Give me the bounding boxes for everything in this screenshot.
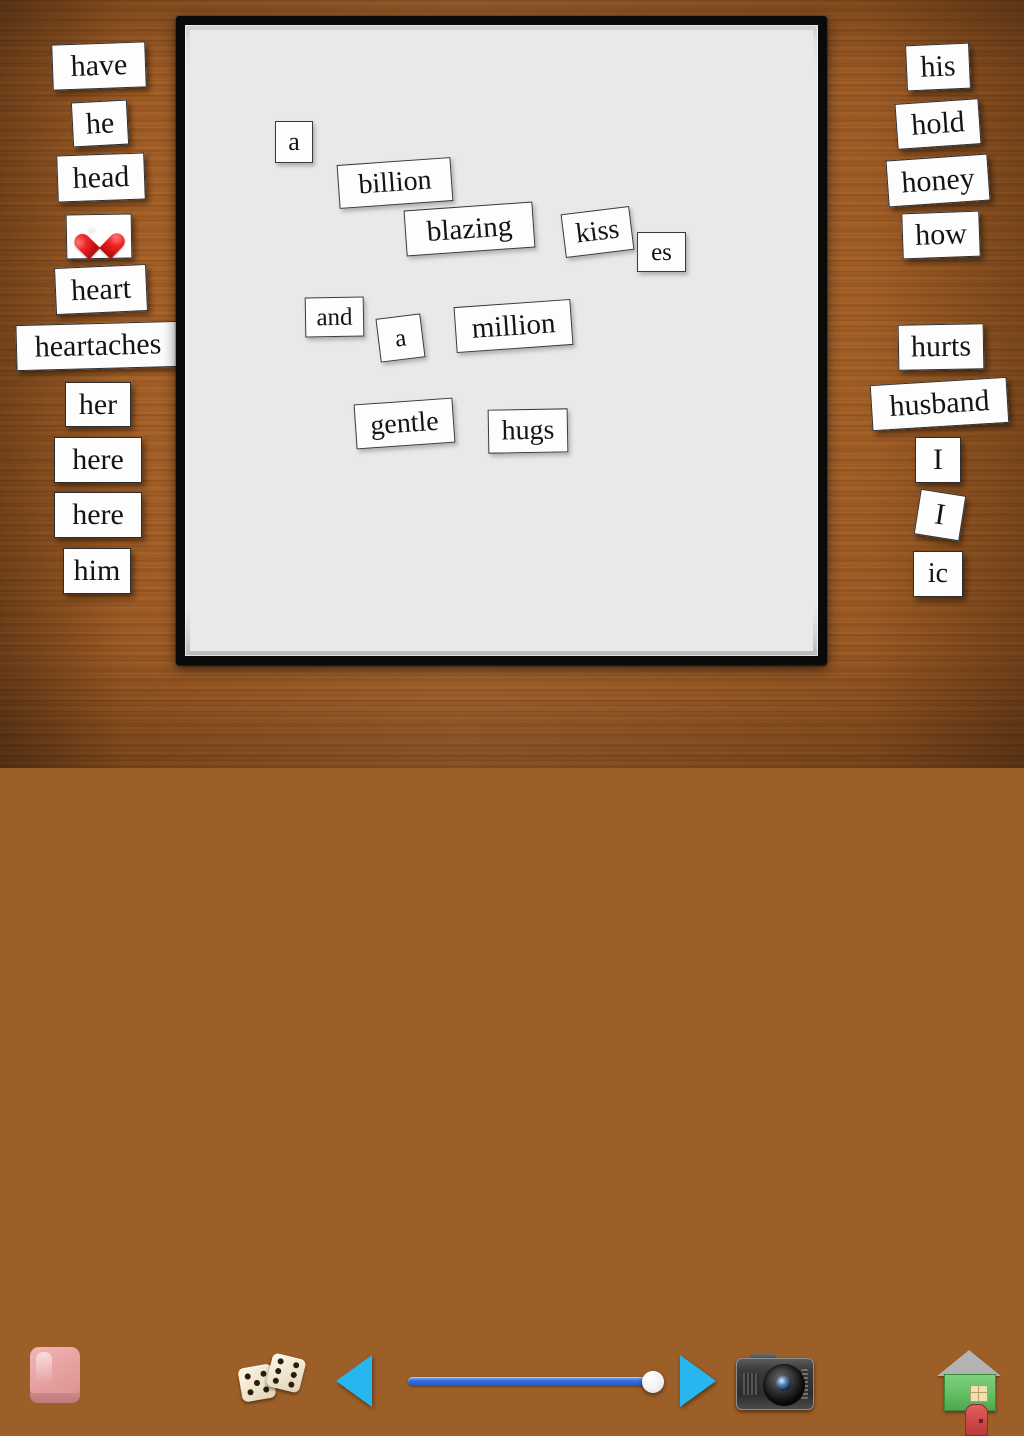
house-window bbox=[970, 1385, 988, 1402]
die-pip bbox=[244, 1373, 252, 1381]
die-pip bbox=[274, 1367, 283, 1375]
slider-knob[interactable] bbox=[642, 1371, 664, 1393]
word-tile[interactable]: his bbox=[905, 42, 971, 92]
word-tile[interactable]: hold bbox=[894, 98, 982, 150]
word-tile[interactable]: and bbox=[304, 296, 365, 338]
word-tile[interactable]: billion bbox=[336, 157, 454, 209]
die-pip bbox=[289, 1371, 298, 1379]
word-tile-label: a bbox=[288, 127, 300, 156]
word-tile-label: million bbox=[470, 306, 557, 345]
word-tile[interactable]: million bbox=[453, 298, 574, 354]
word-tile-label: here bbox=[72, 498, 124, 531]
word-tile[interactable]: kiss bbox=[560, 205, 635, 259]
die-pip bbox=[277, 1358, 285, 1366]
word-tile-label: have bbox=[70, 48, 128, 83]
die-pip bbox=[287, 1380, 295, 1388]
next-arrow-icon[interactable] bbox=[680, 1355, 716, 1407]
word-tile-label: hold bbox=[910, 105, 966, 142]
eraser-icon[interactable] bbox=[30, 1347, 80, 1407]
word-tile[interactable]: he bbox=[70, 99, 130, 148]
heart-highlight bbox=[86, 224, 98, 235]
word-tile[interactable]: head bbox=[56, 152, 146, 203]
word-tile-label: and bbox=[316, 303, 353, 331]
word-tile-label: hugs bbox=[501, 414, 555, 447]
word-tile[interactable]: a bbox=[275, 121, 313, 163]
heart-icon bbox=[84, 223, 114, 251]
house-doorknob bbox=[979, 1419, 983, 1423]
word-tile-label: billion bbox=[357, 164, 433, 201]
home-icon[interactable] bbox=[937, 1350, 1001, 1436]
word-tile[interactable]: gentle bbox=[353, 397, 456, 450]
word-tile-label: he bbox=[84, 105, 115, 141]
word-tile[interactable]: husband bbox=[869, 376, 1010, 432]
camera-grill bbox=[743, 1373, 759, 1395]
word-tile-label: honey bbox=[900, 160, 976, 200]
camera-icon[interactable] bbox=[736, 1353, 814, 1410]
word-tile[interactable]: here bbox=[54, 492, 142, 538]
word-tile[interactable]: heartaches bbox=[15, 320, 181, 372]
word-tile[interactable]: have bbox=[51, 41, 147, 91]
house-roof bbox=[937, 1350, 1001, 1376]
word-tile[interactable]: him bbox=[63, 548, 131, 594]
word-tile[interactable]: her bbox=[65, 382, 131, 427]
word-tile-label: heart bbox=[70, 271, 132, 307]
word-tile-label: I bbox=[933, 443, 943, 476]
word-tile[interactable] bbox=[65, 213, 133, 260]
word-tile-label: I bbox=[932, 497, 948, 532]
word-tile-label: him bbox=[73, 554, 121, 587]
word-tile-label: how bbox=[914, 217, 968, 252]
word-tile-label: kiss bbox=[573, 213, 621, 250]
word-tile[interactable]: here bbox=[54, 437, 142, 483]
die-pip bbox=[262, 1385, 270, 1393]
house-door bbox=[965, 1404, 988, 1436]
word-tile-label: here bbox=[72, 443, 124, 476]
die-pip bbox=[253, 1379, 261, 1387]
word-tile-label: blazing bbox=[425, 209, 514, 248]
die-pip bbox=[259, 1370, 267, 1378]
word-tile-label: head bbox=[72, 159, 130, 195]
word-tile[interactable]: I bbox=[913, 488, 967, 542]
word-tile[interactable]: hurts bbox=[897, 323, 985, 371]
eraser-highlight bbox=[36, 1352, 52, 1384]
word-tile[interactable]: blazing bbox=[403, 201, 536, 257]
size-slider[interactable] bbox=[408, 1369, 664, 1395]
word-tile[interactable]: how bbox=[901, 210, 981, 260]
slider-track bbox=[408, 1377, 658, 1386]
word-tile[interactable]: I bbox=[915, 437, 961, 483]
camera-lens bbox=[763, 1364, 805, 1406]
word-tile-label: a bbox=[393, 323, 408, 353]
die-pip bbox=[272, 1376, 280, 1384]
eraser-top bbox=[30, 1347, 80, 1393]
word-tile-label: husband bbox=[888, 383, 991, 424]
word-tile[interactable]: hugs bbox=[487, 408, 569, 454]
die-pip bbox=[292, 1362, 300, 1370]
word-tile-label: es bbox=[651, 238, 672, 266]
word-tile[interactable]: a bbox=[375, 313, 426, 363]
house-body bbox=[944, 1374, 996, 1436]
word-tile-label: his bbox=[919, 49, 957, 84]
word-tile-label: gentle bbox=[369, 405, 440, 441]
word-tile[interactable]: ic bbox=[913, 551, 963, 597]
dice-icon[interactable] bbox=[237, 1352, 308, 1408]
word-tile[interactable]: es bbox=[637, 232, 686, 272]
previous-arrow-icon[interactable] bbox=[336, 1355, 372, 1407]
word-tile-label: heartaches bbox=[34, 327, 162, 364]
camera-body bbox=[736, 1358, 814, 1410]
die-pip bbox=[247, 1388, 255, 1396]
word-tile[interactable]: honey bbox=[885, 153, 991, 208]
word-tile-label: her bbox=[78, 387, 118, 421]
word-tile-label: hurts bbox=[910, 329, 972, 364]
word-tile-label: ic bbox=[927, 558, 949, 589]
poetry-canvas[interactable]: a billion blazing kiss es and a million gentle hu… bbox=[190, 30, 813, 651]
poetry-board-frame: a billion blazing kiss es and a million gentle hu… bbox=[176, 16, 827, 665]
bottom-toolbar bbox=[0, 666, 1024, 1436]
word-tile[interactable]: heart bbox=[54, 264, 148, 315]
